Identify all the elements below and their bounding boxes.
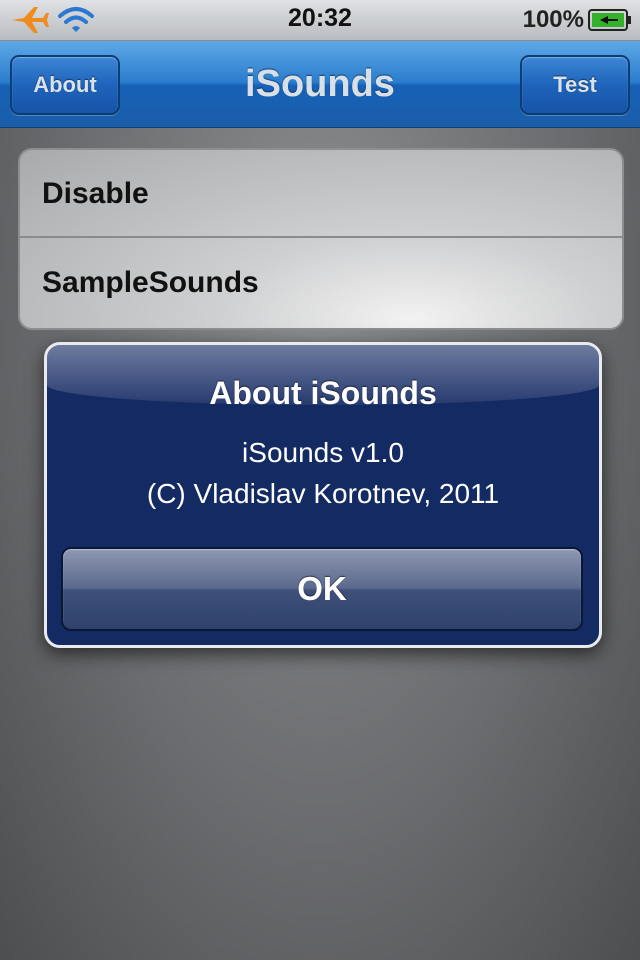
- alert-version: iSounds v1.0: [242, 437, 404, 468]
- navigation-bar: iSounds About Test: [0, 41, 640, 129]
- test-button[interactable]: Test: [520, 55, 630, 115]
- list-item-samplesounds[interactable]: SampleSounds: [20, 239, 622, 327]
- battery-percent: 100%: [522, 6, 584, 33]
- alert-copyright: (C) Vladislav Korotnev, 2011: [146, 478, 500, 509]
- alert-title: About iSounds: [209, 375, 437, 411]
- about-button[interactable]: About: [10, 55, 120, 115]
- status-bar: 20:32 100%: [0, 0, 640, 41]
- list-item-disable[interactable]: Disable: [20, 150, 622, 238]
- battery-charging-icon: [588, 9, 631, 31]
- ok-button[interactable]: OK: [61, 547, 583, 631]
- about-alert: About iSounds iSounds v1.0 (C) Vladislav…: [44, 342, 602, 648]
- grouped-table: Disable SampleSounds: [18, 148, 624, 330]
